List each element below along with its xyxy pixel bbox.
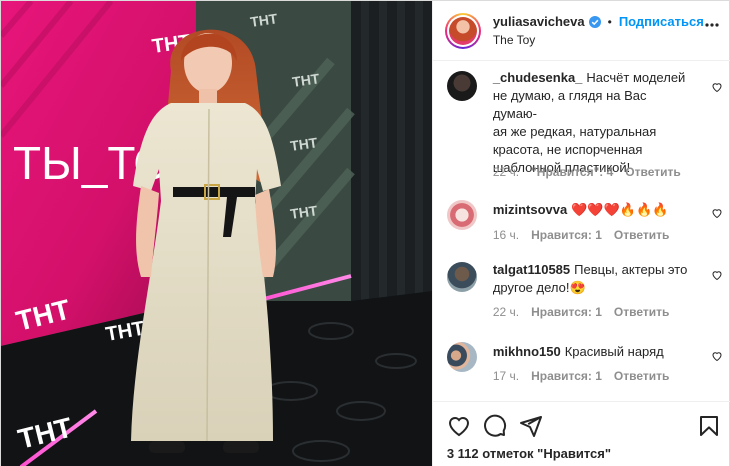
comment-line: ая же редкая, натуральная: [492, 124, 657, 139]
likes-count[interactable]: 3 112 отметок "Нравится": [447, 446, 611, 461]
comment-meta: 22 ч. Нравится: 1 Ответить: [493, 305, 670, 319]
commenter-avatar[interactable]: [446, 200, 477, 230]
comment-time[interactable]: 16 ч.: [493, 228, 519, 242]
comment-line: красота, не испорченная: [492, 142, 643, 157]
comment-username[interactable]: mizintsovva: [493, 202, 567, 217]
commenter-avatar[interactable]: [446, 342, 477, 372]
reply-button[interactable]: Ответить: [614, 305, 669, 319]
post-actions-bar: 3 112 отметок "Нравится": [432, 401, 730, 466]
heart-icon[interactable]: [711, 207, 723, 219]
post-header: yuliasavicheva • Подписаться The Toy: [432, 1, 730, 61]
post-photo[interactable]: ТНТ ТНТ ТНТ ТНТ ТНТ ТНТ ТНТ ТНТ ТЫ_ТО: [1, 1, 432, 466]
comment-likes[interactable]: Нравится: 1: [531, 305, 602, 319]
heart-icon[interactable]: [711, 81, 723, 93]
photo-illustration: ТНТ ТНТ ТНТ ТНТ ТНТ ТНТ ТНТ ТНТ ТЫ_ТО: [1, 1, 432, 466]
author-username[interactable]: yuliasavicheva: [493, 14, 585, 29]
comment-meta: 17 ч. Нравится: 1 Ответить: [493, 369, 670, 383]
comment-line: Певцы, актеры это: [574, 262, 688, 277]
comment-line: не думаю, а глядя на Вас думаю-: [492, 88, 647, 121]
instagram-post: ТНТ ТНТ ТНТ ТНТ ТНТ ТНТ ТНТ ТНТ ТЫ_ТО yu…: [0, 0, 730, 466]
reply-button[interactable]: Ответить: [625, 165, 680, 179]
comment-likes[interactable]: Нравится: 1: [531, 369, 602, 383]
comment-text: mizintsovva ❤️❤️❤️🔥🔥🔥: [493, 201, 693, 219]
comment-meta: 16 ч. Нравится: 1 Ответить: [493, 228, 670, 242]
share-icon[interactable]: [519, 414, 543, 438]
author-avatar[interactable]: [444, 13, 481, 49]
more-options-icon[interactable]: [705, 23, 719, 27]
comment-username[interactable]: _chudesenka_: [493, 70, 583, 85]
follow-button[interactable]: Подписаться: [619, 14, 704, 29]
comment-username[interactable]: mikhno150: [493, 344, 561, 359]
like-heart-icon[interactable]: [447, 414, 471, 438]
heart-icon[interactable]: [711, 350, 723, 362]
comment-text: mikhno150 Красивый наряд: [493, 343, 693, 361]
comment-likes[interactable]: "Нравится": 4: [531, 165, 613, 179]
reply-button[interactable]: Ответить: [614, 228, 669, 242]
commenter-avatar[interactable]: [446, 71, 477, 101]
comment-emoji: ❤️❤️❤️🔥🔥🔥: [571, 202, 669, 217]
comment-text: _chudesenka_ Насчёт моделей не думаю, а г…: [493, 69, 693, 177]
comment-icon[interactable]: [483, 414, 507, 438]
comment-username[interactable]: talgat110585: [493, 262, 570, 277]
comment-time[interactable]: 17 ч.: [493, 369, 519, 383]
comment-line: Красивый наряд: [564, 344, 664, 359]
comment-text: talgat110585 Певцы, актеры это другое дел…: [493, 261, 693, 297]
comment-line: Насчёт моделей: [586, 70, 686, 85]
comment-time[interactable]: 22 ч.: [493, 305, 519, 319]
verified-badge-icon: [588, 15, 601, 28]
comment-line: другое дело!😍: [492, 280, 586, 295]
separator-dot: •: [607, 14, 612, 29]
comment-time[interactable]: 22 ч.: [493, 165, 519, 179]
comments-list: _chudesenka_ Насчёт моделей не думаю, а г…: [433, 61, 730, 401]
post-side-panel: yuliasavicheva • Подписаться The Toy _ch…: [431, 1, 730, 466]
bookmark-icon[interactable]: [697, 414, 721, 438]
comment-meta: 22 ч. "Нравится": 4 Ответить: [493, 165, 681, 179]
commenter-avatar[interactable]: [446, 262, 477, 292]
heart-icon[interactable]: [711, 269, 723, 281]
reply-button[interactable]: Ответить: [614, 369, 669, 383]
post-location[interactable]: The Toy: [493, 33, 535, 47]
author-row: yuliasavicheva • Подписаться: [493, 14, 704, 29]
comment-likes[interactable]: Нравится: 1: [531, 228, 602, 242]
